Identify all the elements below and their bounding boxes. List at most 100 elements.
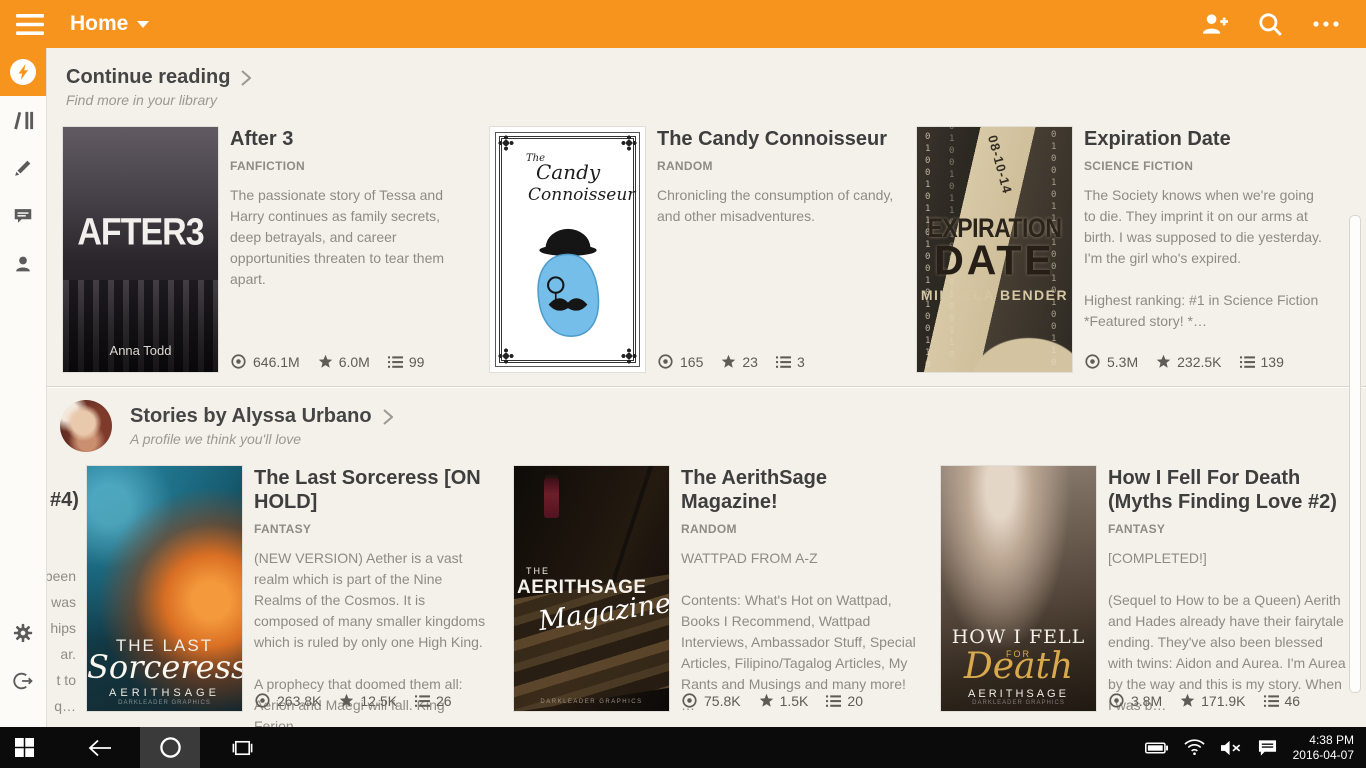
cover-decoration — [621, 348, 637, 364]
story-card[interactable]: THE LASTSorceressAERITHSAGEDARKLEADER GR… — [87, 466, 514, 711]
list-icon — [826, 694, 841, 708]
parts-count: 139 — [1261, 354, 1284, 370]
add-user-button[interactable] — [1192, 2, 1236, 46]
cover-text: Sorceress — [87, 648, 242, 686]
story-card[interactable]: 0 1 0 0 1 0 1 1 0 1 0 0 1 0 1 0 0 1 1 00… — [917, 127, 1344, 372]
section-profile-header[interactable]: Stories by Alyssa Urbano A profile we th… — [60, 400, 393, 452]
sidebar-bottom — [0, 609, 46, 705]
story-category: FANFICTION — [230, 159, 468, 173]
cover-text: DARKLEADER GRAPHICS — [941, 700, 1096, 706]
page-title: Home — [70, 12, 128, 36]
votes-stat: 12.5K — [339, 693, 397, 709]
task-view-icon — [231, 739, 254, 757]
system-tray: 4:38 PM 2016-04-07 — [1145, 733, 1366, 763]
settings-button[interactable] — [0, 609, 46, 657]
hamburger-icon — [16, 14, 44, 35]
parts-stat: 46 — [1264, 693, 1301, 709]
profile-stories-carousel: THE LASTSorceressAERITHSAGEDARKLEADER GR… — [87, 466, 1366, 711]
sign-out-button[interactable] — [0, 657, 46, 705]
section-divider — [46, 386, 1366, 387]
cover-decoration — [63, 280, 218, 372]
cover-text: MIKAELA BENDER — [917, 287, 1072, 303]
cover-text: Death — [941, 646, 1096, 687]
list-icon — [388, 355, 403, 369]
sidebar-item-library[interactable] — [0, 96, 46, 144]
section-subtitle: Find more in your library — [66, 92, 251, 108]
reads-count: 263.8K — [277, 693, 321, 709]
story-title: How I Fell For Death (Myths Finding Love… — [1108, 466, 1346, 514]
section-title: Continue reading — [66, 66, 230, 89]
search-button[interactable] — [1248, 2, 1292, 46]
votes-stat: 171.9K — [1180, 693, 1245, 709]
story-cover: THE LASTSorceressAERITHSAGEDARKLEADER GR… — [87, 466, 242, 711]
story-card[interactable]: THEAERITHSAGEMagazineDARKLEADER GRAPHICS… — [514, 466, 941, 711]
story-cover: THEAERITHSAGEMagazineDARKLEADER GRAPHICS — [514, 466, 669, 711]
page-title-dropdown[interactable]: Home — [70, 12, 149, 36]
overflow-menu-button[interactable] — [1304, 2, 1348, 46]
story-card[interactable]: AFTER3Anna Todd After 3 FANFICTION The p… — [63, 127, 490, 372]
clock-date: 2016-04-07 — [1293, 748, 1354, 763]
profile-icon — [12, 253, 34, 275]
windows-start-icon — [15, 738, 34, 757]
cover-decoration — [611, 466, 655, 583]
votes-stat: 6.0M — [318, 354, 370, 370]
story-cover: AFTER3Anna Todd — [63, 127, 218, 372]
story-description: WATTPAD FROM A-Z Contents: What's Hot on… — [681, 548, 919, 716]
section-continue-reading-header[interactable]: Continue reading Find more in your libra… — [66, 66, 251, 108]
partial-description-line: hips — [46, 615, 76, 641]
partial-story-description: beenwashipsar.t toq… — [46, 563, 76, 719]
search-icon — [1257, 11, 1283, 37]
reads-stat: 75.8K — [681, 692, 741, 709]
action-center-icon — [1258, 739, 1277, 757]
cover-text: Candy — [536, 160, 600, 184]
sidebar-item-messages[interactable] — [0, 192, 46, 240]
taskbar: 4:38 PM 2016-04-07 — [0, 727, 1366, 768]
battery-button[interactable] — [1145, 742, 1168, 754]
reads-stat: 5.3M — [1084, 353, 1138, 370]
back-button[interactable] — [76, 727, 124, 768]
sidebar-item-profile[interactable] — [0, 240, 46, 288]
story-title: After 3 — [230, 127, 468, 151]
parts-count: 3 — [797, 354, 805, 370]
parts-stat: 20 — [826, 693, 863, 709]
story-title: The Candy Connoisseur — [657, 127, 895, 151]
partial-description-line: ar. — [46, 641, 76, 667]
story-description: The passionate story of Tessa and Harry … — [230, 185, 468, 290]
wifi-button[interactable] — [1184, 739, 1205, 756]
avatar[interactable] — [60, 400, 112, 452]
story-meta: After 3 FANFICTION The passionate story … — [230, 127, 468, 372]
reads-count: 75.8K — [704, 693, 741, 709]
story-card[interactable]: HOW I FELLFORDeathAERITHSAGEDARKLEADER G… — [941, 466, 1366, 711]
volume-button[interactable] — [1221, 740, 1242, 756]
partial-description-line: t to — [46, 667, 76, 693]
star-icon — [318, 354, 333, 369]
cover-decoration — [498, 135, 514, 151]
cover-text: DARKLEADER GRAPHICS — [87, 700, 242, 706]
sidebar-item-write[interactable] — [0, 144, 46, 192]
eye-icon — [1108, 692, 1125, 709]
votes-stat: 232.5K — [1156, 354, 1221, 370]
scrollbar-thumb[interactable] — [1349, 215, 1361, 693]
sidebar-item-discover[interactable] — [0, 48, 46, 96]
reads-stat: 165 — [657, 353, 703, 370]
story-card[interactable]: TheCandyConnoisseur The Candy Connoisseu… — [490, 127, 917, 372]
overflow-menu-icon — [1313, 21, 1339, 27]
story-stats: 263.8K 12.5K 26 — [254, 692, 452, 709]
partial-description-line: been — [46, 563, 76, 589]
continue-reading-carousel: AFTER3Anna Todd After 3 FANFICTION The p… — [63, 127, 1344, 372]
story-category: RANDOM — [657, 159, 895, 173]
partial-story-title-fragment: #4) — [50, 489, 79, 512]
action-center-button[interactable] — [1258, 739, 1277, 757]
cover-text: HOW I FELL — [941, 626, 1096, 648]
clock[interactable]: 4:38 PM 2016-04-07 — [1293, 733, 1354, 763]
cortana-button[interactable] — [140, 727, 200, 768]
story-stats: 5.3M 232.5K 139 — [1084, 353, 1284, 370]
start-button[interactable] — [0, 727, 48, 768]
story-category: FANTASY — [1108, 522, 1346, 536]
chevron-right-icon — [382, 408, 393, 426]
add-user-icon — [1201, 12, 1228, 36]
discover-icon — [9, 58, 37, 86]
hamburger-button[interactable] — [10, 4, 50, 44]
app-header: Home — [0, 0, 1366, 48]
task-view-button[interactable] — [218, 727, 266, 768]
